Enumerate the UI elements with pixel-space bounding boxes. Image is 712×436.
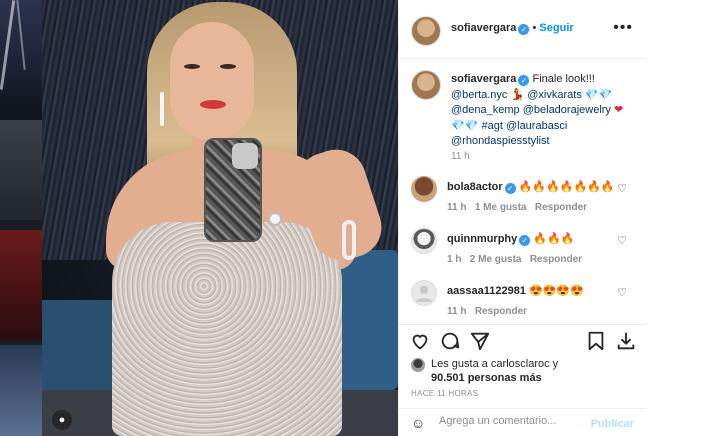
comment-meta: 1 h 2 Me gusta Responder bbox=[447, 254, 582, 265]
comment-text: 🔥🔥🔥 bbox=[533, 233, 575, 245]
verified-badge-icon: ✓ bbox=[518, 24, 530, 35]
share-icon[interactable] bbox=[469, 330, 491, 352]
like-comment-heart-icon[interactable]: ♡ bbox=[617, 286, 627, 299]
likes-summary: Les gusta a carlosclaroc y 90.501 person… bbox=[431, 357, 558, 385]
background-left-strip bbox=[0, 0, 42, 436]
header-divider bbox=[399, 58, 646, 59]
diamond-icon: 💎💎 bbox=[451, 119, 479, 132]
reply-button[interactable]: Responder bbox=[475, 306, 527, 317]
separator-dot: • bbox=[532, 22, 537, 34]
commenter-username[interactable]: aassaa1122981 bbox=[447, 285, 526, 297]
reply-button[interactable]: Responder bbox=[530, 254, 582, 265]
actions-divider bbox=[399, 324, 646, 325]
caption-username[interactable]: sofiavergara bbox=[451, 73, 516, 85]
more-options-icon[interactable]: ••• bbox=[613, 19, 633, 37]
caption-mention[interactable]: @xivkarats bbox=[527, 89, 582, 101]
verified-badge-icon: ✓ bbox=[518, 75, 530, 86]
author-username[interactable]: sofiavergara bbox=[451, 22, 516, 34]
publish-button[interactable]: Publicar bbox=[591, 418, 634, 430]
comment: bola8actor ✓ 🔥🔥🔥🔥🔥🔥🔥 bbox=[447, 180, 615, 194]
caption: sofiavergara ✓ Finale look!!! @berta.nyc … bbox=[451, 72, 639, 150]
emoji-glyph: 💃 bbox=[510, 88, 525, 101]
comment-text: 🔥🔥🔥🔥🔥🔥🔥 bbox=[518, 181, 615, 193]
comment-likes[interactable]: 2 Me gusta bbox=[470, 254, 522, 265]
default-user-icon bbox=[416, 286, 432, 302]
post-timestamp: HACE 11 HORAS bbox=[411, 389, 479, 398]
comment-likes[interactable]: 1 Me gusta bbox=[475, 202, 527, 213]
caption-time: 11 h bbox=[451, 151, 470, 162]
commenter-avatar[interactable] bbox=[411, 228, 437, 254]
caption-author-avatar[interactable] bbox=[411, 70, 441, 100]
post-side-panel: sofiavergara ✓ • Seguir ••• sofiavergara ✓… bbox=[398, 0, 646, 436]
verified-badge-icon: ✓ bbox=[519, 235, 531, 246]
comment: quinnmurphy ✓ 🔥🔥🔥 bbox=[447, 232, 574, 246]
comment-icon[interactable] bbox=[439, 330, 461, 352]
caption-mention[interactable]: @berta.nyc bbox=[451, 89, 507, 101]
post-header: sofiavergara ✓ • Seguir bbox=[451, 22, 574, 35]
comment-time: 11 h bbox=[447, 306, 467, 317]
liker-avatar[interactable] bbox=[411, 358, 425, 372]
caption-text: Finale look!!! bbox=[532, 73, 595, 85]
commenter-username[interactable]: quinnmurphy bbox=[447, 233, 517, 245]
commenter-username[interactable]: bola8actor bbox=[447, 181, 503, 193]
download-icon[interactable] bbox=[615, 330, 637, 352]
caption-mention[interactable]: @laurabasci bbox=[506, 120, 567, 132]
post-photo[interactable]: ● bbox=[42, 0, 398, 436]
comment-input[interactable] bbox=[439, 415, 589, 427]
likes-line-2[interactable]: 90.501 personas más bbox=[431, 372, 542, 384]
comment-meta: 11 h Responder bbox=[447, 306, 527, 317]
reply-button[interactable]: Responder bbox=[535, 202, 587, 213]
author-avatar[interactable] bbox=[411, 16, 441, 46]
heart-icon[interactable] bbox=[409, 330, 431, 352]
user-tag-icon[interactable]: ● bbox=[52, 410, 72, 430]
caption-mention[interactable]: @beladorajewelry bbox=[523, 104, 611, 116]
heart-emoji-icon: ❤ bbox=[614, 104, 624, 116]
like-comment-heart-icon[interactable]: ♡ bbox=[617, 182, 627, 195]
bookmark-icon[interactable] bbox=[585, 330, 607, 352]
verified-badge-icon: ✓ bbox=[504, 183, 516, 194]
commenter-avatar[interactable] bbox=[411, 176, 437, 202]
comment-text: 😍😍😍😍 bbox=[529, 285, 584, 297]
caption-mention[interactable]: @dena_kemp bbox=[451, 104, 520, 116]
commenter-avatar[interactable] bbox=[411, 280, 437, 306]
comment-meta: 11 h 1 Me gusta Responder bbox=[447, 202, 587, 213]
caption-mention[interactable]: @rhondaspiesstylist bbox=[451, 135, 550, 147]
comment-time: 11 h bbox=[447, 202, 467, 213]
comment-time: 1 h bbox=[447, 254, 462, 265]
diamond-icon: 💎💎 bbox=[584, 88, 613, 101]
follow-button[interactable]: Seguir bbox=[539, 22, 573, 34]
emoji-icon[interactable]: ☺ bbox=[411, 415, 425, 431]
likes-line-1[interactable]: Les gusta a carlosclaroc y bbox=[431, 358, 558, 370]
like-comment-heart-icon[interactable]: ♡ bbox=[617, 234, 627, 247]
add-comment-bar: ☺ Publicar bbox=[399, 408, 646, 436]
comment: aassaa1122981 😍😍😍😍 bbox=[447, 284, 584, 297]
caption-hashtag[interactable]: #agt bbox=[481, 120, 502, 132]
